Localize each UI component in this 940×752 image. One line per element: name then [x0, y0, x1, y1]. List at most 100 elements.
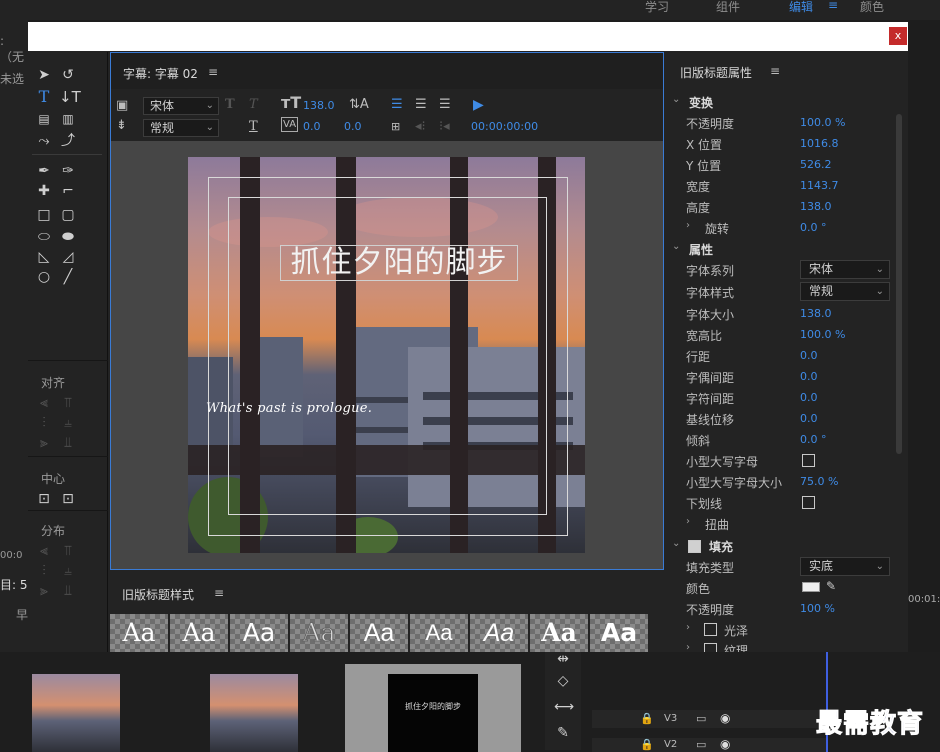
font-size-value[interactable]: 138.0 — [303, 99, 335, 112]
align-center-text-icon[interactable]: ☰ — [415, 97, 427, 113]
underline-icon[interactable]: T — [249, 119, 258, 135]
lock-icon[interactable]: 🔒 — [640, 712, 654, 725]
property-value[interactable]: 1016.8 — [800, 137, 839, 150]
font-style-dropdown[interactable]: 常规 ⌄ — [143, 119, 219, 137]
chevron-right-icon[interactable]: › — [686, 220, 690, 231]
fill-checkbox[interactable] — [688, 540, 701, 553]
style-swatch[interactable]: Aa — [410, 614, 468, 652]
add-anchor-icon[interactable]: ✚ — [35, 182, 53, 200]
distribute-bottom-icon[interactable]: ⫫ — [59, 582, 77, 600]
workspace-menu-icon[interactable]: ≡ — [828, 0, 838, 12]
roll-crawl-next-icon[interactable]: ⁝◂ — [439, 119, 450, 135]
kerning-value[interactable]: 0.0 — [303, 120, 321, 133]
fill-section-header[interactable]: ⌄ 填充 — [668, 536, 894, 556]
sync-icon[interactable]: ▭ — [696, 738, 706, 751]
type-tool-icon[interactable]: T — [35, 88, 53, 106]
eye-icon[interactable]: ◉ — [720, 711, 730, 725]
background-video-icon[interactable]: ▣ — [116, 98, 128, 114]
property-value[interactable]: 0.0 ° — [800, 221, 827, 234]
clip-thumbnail-1[interactable] — [32, 674, 120, 752]
tab-stops-icon[interactable]: ⇟ — [116, 118, 127, 134]
italic-icon[interactable]: T — [249, 97, 258, 113]
panel-menu-icon[interactable]: ≡ — [208, 65, 218, 79]
sync-icon[interactable]: ▭ — [696, 712, 706, 725]
tracking-value[interactable]: 0.0 — [344, 120, 362, 133]
eye-icon[interactable]: ◉ — [720, 737, 730, 751]
distribute-hcenter-icon[interactable]: ⫶ — [35, 562, 53, 580]
workspace-tab-edit[interactable]: 编辑 — [789, 0, 813, 15]
pen-tool-icon[interactable]: ✒ — [35, 162, 53, 180]
selection-tool-icon[interactable]: ➤ — [35, 66, 53, 84]
property-value[interactable]: 0.0 — [800, 391, 818, 404]
clip-thumbnail-2[interactable] — [210, 674, 298, 752]
color-swatch[interactable] — [802, 582, 820, 592]
area-type-tool-icon[interactable]: ▤ — [35, 110, 53, 128]
property-value[interactable]: 100 % — [800, 602, 835, 615]
texture-checkbox[interactable] — [704, 643, 717, 652]
style-swatch[interactable]: Aa — [110, 614, 168, 652]
align-left-text-icon[interactable]: ☰ — [391, 97, 403, 113]
vertical-path-type-tool-icon[interactable]: ⤴ — [59, 132, 77, 150]
style-swatch[interactable]: Aa — [350, 614, 408, 652]
style-swatch[interactable]: Aa — [170, 614, 228, 652]
align-vcenter-icon[interactable]: ⫨ — [59, 414, 77, 432]
caption-canvas[interactable]: 抓住夕阳的脚步 What's past is prologue. — [111, 141, 663, 569]
property-value[interactable]: 1143.7 — [800, 179, 839, 192]
transform-section-header[interactable]: ⌄ 变换 — [668, 92, 894, 112]
path-type-tool-icon[interactable]: ⤳ — [35, 132, 53, 150]
style-swatch[interactable]: Aa — [290, 614, 348, 652]
chevron-right-icon[interactable]: › — [686, 516, 690, 527]
property-value[interactable]: 526.2 — [800, 158, 832, 171]
property-value[interactable]: 100.0 % — [800, 116, 845, 129]
background-timecode[interactable]: 00:00:00:00 — [471, 120, 538, 133]
clipped-rect-tool-icon[interactable]: ⬭ — [35, 228, 53, 246]
property-value[interactable]: 138.0 — [800, 307, 832, 320]
sub-caption-text[interactable]: What's past is prologue. — [206, 401, 372, 416]
lock-icon[interactable]: 🔒 — [640, 738, 654, 751]
pen-tool-icon[interactable]: ✎ — [554, 724, 572, 742]
main-caption-text[interactable]: 抓住夕阳的脚步 — [280, 245, 518, 281]
ripple-edit-icon[interactable]: ⇹ — [554, 650, 572, 668]
small-caps-checkbox[interactable] — [802, 454, 815, 467]
chevron-right-icon[interactable]: › — [686, 642, 690, 652]
roll-crawl-prev-icon[interactable]: ◂⁝ — [415, 119, 426, 135]
dialog-titlebar[interactable]: x — [28, 22, 908, 51]
distribute-right-icon[interactable]: ⫸ — [35, 582, 53, 600]
ellipse-tool-icon[interactable]: ○ — [35, 268, 53, 286]
font-family-dropdown[interactable]: 宋体 ⌄ — [143, 97, 219, 115]
fill-type-select[interactable]: 实底 ⌄ — [800, 557, 890, 576]
panel-menu-icon[interactable]: ≡ — [214, 586, 224, 600]
align-left-icon[interactable]: ⫷ — [35, 394, 53, 412]
font-family-select[interactable]: 宋体 ⌄ — [800, 260, 890, 279]
close-button[interactable]: x — [889, 27, 907, 45]
panel-menu-icon[interactable]: ≡ — [770, 64, 780, 78]
delete-anchor-icon[interactable]: ✑ — [59, 162, 77, 180]
workspace-tab-learn[interactable]: 学习 — [645, 0, 669, 15]
show-video-icon[interactable]: ▶ — [473, 97, 484, 113]
font-style-select[interactable]: 常规 ⌄ — [800, 282, 890, 301]
align-hcenter-icon[interactable]: ⫶ — [35, 414, 53, 432]
underline-checkbox[interactable] — [802, 496, 815, 509]
properties-panel-title[interactable]: 旧版标题属性 — [680, 64, 752, 81]
bold-icon[interactable]: T — [225, 97, 235, 113]
property-value[interactable]: 0.0 — [800, 370, 818, 383]
workspace-tab-assemble[interactable]: 组件 — [716, 0, 740, 15]
title-thumbnail-frame[interactable]: 抓住夕阳的脚步 — [345, 664, 521, 752]
rounded-rect-tool-icon[interactable]: ▢ — [59, 206, 77, 224]
convert-anchor-icon[interactable]: ⌐ — [59, 182, 77, 200]
chevron-right-icon[interactable]: › — [686, 622, 690, 633]
center-vertical-icon[interactable]: ⊡ — [59, 490, 77, 508]
property-value[interactable]: 75.0 % — [800, 475, 838, 488]
distribute-left-icon[interactable]: ⫷ — [35, 542, 53, 560]
line-tool-icon[interactable]: ╱ — [59, 268, 77, 286]
align-right-icon[interactable]: ⫸ — [35, 434, 53, 452]
caption-panel-title[interactable]: 字幕: 字幕 02 — [123, 65, 198, 82]
properties-section-header[interactable]: ⌄ 属性 — [668, 239, 894, 259]
align-top-icon[interactable]: ⫪ — [59, 394, 77, 412]
workspace-tab-color[interactable]: 颜色 — [860, 0, 884, 15]
wedge-tool-icon[interactable]: ◺ — [35, 248, 53, 266]
rectangle-tool-icon[interactable]: □ — [35, 206, 53, 224]
vertical-type-tool-icon[interactable]: ↓T — [59, 88, 81, 106]
vertical-area-type-tool-icon[interactable]: ▥ — [59, 110, 77, 128]
sheen-checkbox[interactable] — [704, 623, 717, 636]
